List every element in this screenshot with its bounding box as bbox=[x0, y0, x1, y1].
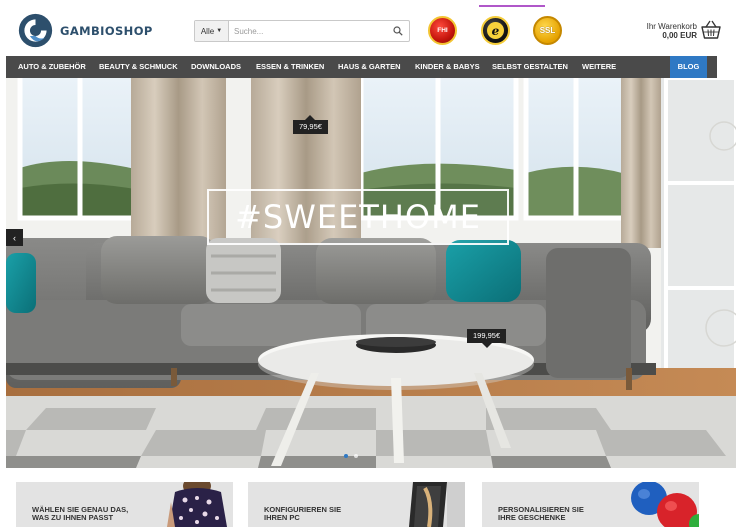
badge-ssl[interactable]: SSL bbox=[533, 16, 562, 45]
badge-fhi-label: FHI bbox=[437, 27, 448, 34]
nav-item-essen[interactable]: ESSEN & TRINKEN bbox=[256, 56, 324, 78]
promo-image-pc bbox=[395, 482, 465, 527]
logo[interactable]: GAMBIOSHOP bbox=[17, 12, 153, 49]
slider-dot[interactable] bbox=[344, 454, 348, 458]
divider-accent bbox=[479, 5, 545, 7]
search-button[interactable] bbox=[387, 21, 409, 41]
search-category-label: Alle bbox=[200, 26, 215, 36]
nav-item-blog[interactable]: BLOG bbox=[670, 56, 707, 78]
nav-item-kinder[interactable]: KINDER & BABYS bbox=[415, 56, 480, 78]
promo-tile-gifts[interactable]: PERSONALISIEREN SIE IHRE GESCHENKE bbox=[482, 482, 699, 527]
search-category-select[interactable]: Alle ▼ bbox=[195, 21, 229, 41]
promo-text: WÄHLEN SIE GENAU DAS, WAS ZU IHNEN PASST bbox=[32, 506, 128, 522]
promo-text: KONFIGURIEREN SIE IHREN PC bbox=[264, 506, 341, 522]
slider-dot[interactable] bbox=[354, 454, 358, 458]
promo-line-2: IHRE GESCHENKE bbox=[498, 513, 566, 522]
search-bar: Alle ▼ bbox=[194, 20, 410, 42]
nav-item-downloads[interactable]: DOWNLOADS bbox=[191, 56, 241, 78]
main-nav: AUTO & ZUBEHÖR BEAUTY & SCHMUCK DOWNLOAD… bbox=[6, 56, 717, 78]
promo-tile-fashion[interactable]: WÄHLEN SIE GENAU DAS, WAS ZU IHNEN PASST bbox=[16, 482, 233, 527]
search-input[interactable] bbox=[229, 21, 387, 41]
badge-trusted-shops[interactable]: e bbox=[481, 16, 510, 45]
nav-item-weitere[interactable]: WEITERE bbox=[582, 56, 616, 78]
nav-item-haus[interactable]: HAUS & GARTEN bbox=[338, 56, 401, 78]
badge-fhi[interactable]: FHI bbox=[428, 16, 457, 45]
slider-prev-button[interactable]: ‹ bbox=[6, 229, 23, 246]
nav-item-auto[interactable]: AUTO & ZUBEHÖR bbox=[18, 56, 86, 78]
promo-tile-pc[interactable]: KONFIGURIEREN SIE IHREN PC bbox=[248, 482, 465, 527]
page: GAMBIOSHOP Alle ▼ FHI e SSL bbox=[0, 0, 736, 527]
cart-summary[interactable]: Ihr Warenkorb 0,00 EUR bbox=[647, 22, 697, 40]
search-icon bbox=[393, 26, 403, 36]
chevron-left-icon: ‹ bbox=[13, 232, 16, 243]
basket-icon[interactable] bbox=[700, 20, 722, 40]
promo-line-2: WAS ZU IHNEN PASST bbox=[32, 513, 114, 522]
hero-slider[interactable]: #SWEETHOME 79,95€ 199,95€ ‹ bbox=[6, 78, 736, 468]
logo-mark-icon bbox=[18, 13, 53, 48]
hero-image bbox=[6, 78, 736, 468]
promo-image-dress bbox=[163, 482, 233, 527]
price-tag-1[interactable]: 79,95€ bbox=[293, 115, 328, 134]
hero-title: #SWEETHOME bbox=[207, 189, 509, 245]
promo-line-2: IHREN PC bbox=[264, 513, 300, 522]
cart-total: 0,00 EUR bbox=[662, 31, 697, 40]
nav-item-beauty[interactable]: BEAUTY & SCHMUCK bbox=[99, 56, 178, 78]
brand-name: GAMBIOSHOP bbox=[60, 23, 153, 38]
header: GAMBIOSHOP Alle ▼ FHI e SSL bbox=[0, 0, 736, 56]
promo-image-balloons bbox=[629, 482, 699, 527]
price-tag-2[interactable]: 199,95€ bbox=[467, 329, 507, 348]
chevron-down-icon: ▼ bbox=[216, 28, 223, 34]
cart-label: Ihr Warenkorb bbox=[646, 22, 697, 31]
trusted-shops-icon: e bbox=[487, 22, 504, 39]
promo-text: PERSONALISIEREN SIE IHRE GESCHENKE bbox=[498, 506, 584, 522]
badge-ssl-label: SSL bbox=[539, 26, 556, 35]
nav-item-selbst[interactable]: SELBST GESTALTEN bbox=[492, 56, 568, 78]
slider-dots bbox=[344, 454, 358, 458]
